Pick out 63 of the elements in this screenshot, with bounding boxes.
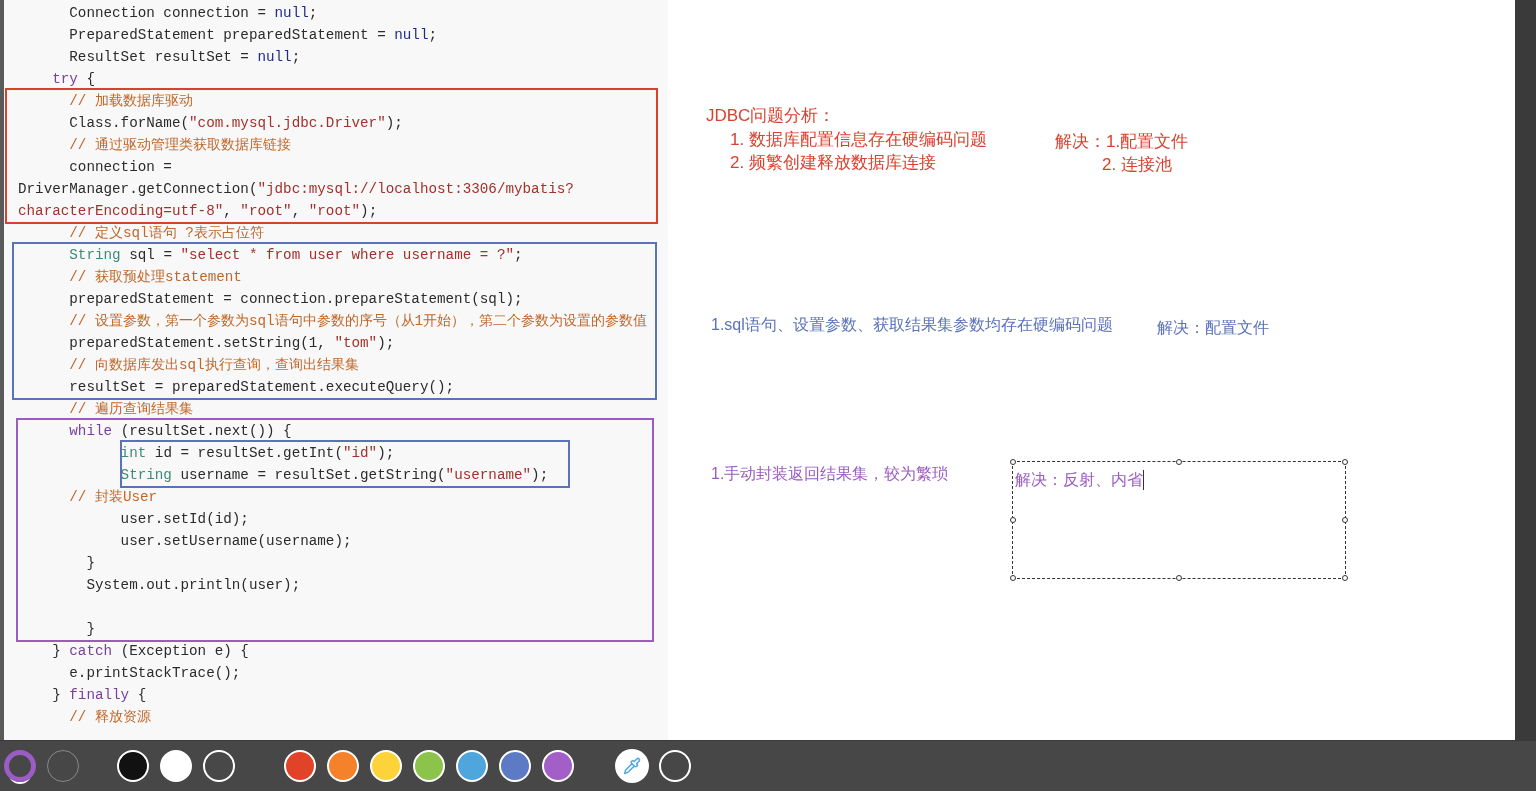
annotation-text: 1.sql语句、设置参数、获取结果集参数均存在硬编码问题: [711, 315, 1113, 335]
code-line: user.setUsername(username);: [119, 532, 352, 551]
resize-handle[interactable]: [1342, 575, 1348, 581]
code-line: String sql = "select * from user where username = ?";: [68, 246, 523, 265]
resize-handle[interactable]: [1176, 459, 1182, 465]
annotation-text: 1. 数据库配置信息存在硬编码问题: [730, 129, 987, 151]
code-line: // 设置参数，第一个参数为sql语句中参数的序号（从1开始），第二个参数为设置的参数值: [68, 312, 648, 331]
code-line: Class.forName("com.mysql.jdbc.Driver");: [68, 114, 403, 133]
code-line: // 封装User: [68, 488, 158, 507]
code-line: // 释放资源: [68, 708, 151, 727]
resize-handle[interactable]: [1176, 575, 1182, 581]
resize-handle[interactable]: [1010, 517, 1016, 523]
color-swatch[interactable]: [160, 750, 192, 782]
code-line: int id = resultSet.getInt("id");: [119, 444, 395, 463]
resize-handle[interactable]: [1342, 459, 1348, 465]
custom-color-button[interactable]: [659, 750, 691, 782]
eyedropper-icon: [623, 757, 641, 775]
code-line: System.out.println(user);: [85, 576, 301, 595]
color-swatch[interactable]: [370, 750, 402, 782]
eyedropper-button[interactable]: [615, 749, 649, 783]
code-line: while (resultSet.next()) {: [68, 422, 292, 441]
code-line: String username = resultSet.getString("username");: [119, 466, 549, 485]
color-swatch[interactable]: [327, 750, 359, 782]
code-line: // 定义sql语句 ?表示占位符: [68, 224, 264, 243]
color-swatch[interactable]: [117, 750, 149, 782]
code-line: ResultSet resultSet = null;: [68, 48, 301, 67]
code-line: // 向数据库发出sql执行查询，查询出结果集: [68, 356, 359, 375]
code-line: characterEncoding=utf-8", "root", "root");: [18, 202, 378, 221]
text-box[interactable]: 解决：反射、内省: [1012, 461, 1346, 579]
color-swatch[interactable]: [284, 750, 316, 782]
code-line: DriverManager.getConnection("jdbc:mysql://localhost:3306/mybatis?: [18, 180, 574, 199]
annotation-text: JDBC问题分析：: [706, 105, 836, 127]
code-line: } catch (Exception e) {: [51, 642, 249, 661]
code-line: resultSet = preparedStatement.executeQuery();: [68, 378, 455, 397]
color-swatch[interactable]: [456, 750, 488, 782]
code-line: user.setId(id);: [119, 510, 249, 529]
code-line: preparedStatement.setString(1, "tom");: [68, 334, 395, 353]
resize-handle[interactable]: [1010, 575, 1016, 581]
annotation-text: 2. 频繁创建释放数据库连接: [730, 152, 936, 174]
code-line: connection =: [68, 158, 172, 177]
code-line: Connection connection = null;: [68, 4, 318, 23]
color-swatch[interactable]: [203, 750, 235, 782]
code-line: // 加载数据库驱动: [68, 92, 193, 111]
color-swatch[interactable]: [499, 750, 531, 782]
code-line: e.printStackTrace();: [68, 664, 241, 683]
code-line: // 获取预处理statement: [68, 268, 242, 287]
annotation-text: 解决：1.配置文件: [1055, 131, 1189, 153]
code-line: // 通过驱动管理类获取数据库链接: [68, 136, 291, 155]
code-line: } finally {: [51, 686, 147, 705]
annotation-text: 1.手动封装返回结果集，较为繁琐: [711, 464, 949, 484]
code-line: }: [85, 554, 95, 573]
code-line: preparedStatement = connection.prepareStatement(sql);: [68, 290, 523, 309]
text-box-text: 解决：反射、内省: [1015, 470, 1143, 490]
code-line: }: [85, 620, 95, 639]
annotation-text: 解决：配置文件: [1157, 318, 1269, 338]
code-line: PreparedStatement preparedStatement = null;: [68, 26, 438, 45]
code-line: try {: [51, 70, 95, 89]
resize-handle[interactable]: [1010, 459, 1016, 465]
code-line: // 遍历查询结果集: [68, 400, 193, 419]
color-swatch[interactable]: [542, 750, 574, 782]
resize-handle[interactable]: [1342, 517, 1348, 523]
annotation-text: 2. 连接池: [1102, 154, 1172, 176]
color-swatch[interactable]: [413, 750, 445, 782]
